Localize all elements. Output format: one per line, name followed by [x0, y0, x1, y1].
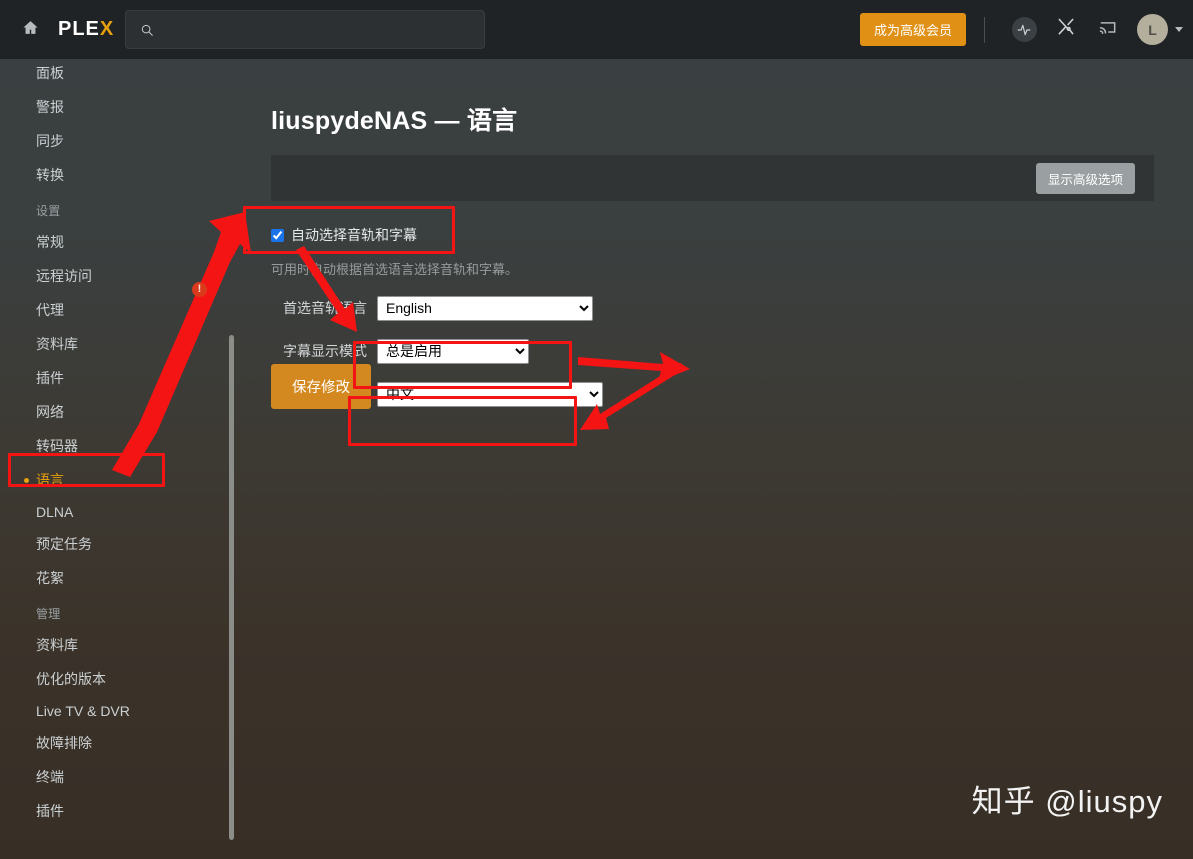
sidebar-section-title: 管理: [36, 607, 61, 621]
wrench-screwdriver-icon: [1056, 17, 1076, 42]
sidebar-item[interactable]: 插件: [0, 794, 232, 828]
field-select[interactable]: English中文日本語FrançaisDeutschEspañol: [377, 295, 593, 321]
chevron-down-icon: [1175, 27, 1183, 32]
sidebar-item[interactable]: 资料库: [0, 327, 232, 361]
form-field-row: 首选字幕语言中文English日本語FrançaisDeutsch: [271, 381, 971, 407]
sidebar-item-label: 转换: [36, 167, 64, 183]
sidebar-item[interactable]: 远程访问: [0, 259, 232, 293]
sidebar-item-label: 插件: [36, 803, 64, 819]
sidebar-item[interactable]: 警报: [0, 90, 232, 124]
top-navigation-bar: PLEX 成为高级会员 L: [0, 0, 1193, 59]
sidebar-item[interactable]: 插件: [0, 361, 232, 395]
auto-select-row: 自动选择音轨和字幕: [271, 225, 971, 245]
cast-button[interactable]: [1087, 9, 1129, 51]
settings-tools-button[interactable]: [1045, 9, 1087, 51]
sidebar-list: 状态面板警报同步转换设置常规远程访问代理资料库插件网络转码器语言DLNA预定任务…: [0, 45, 232, 828]
sidebar-section-title: 设置: [36, 204, 61, 218]
app-root: PLEX 成为高级会员 L 面板 警报 同步 转换 设置 常规 远程访问 代理 …: [0, 0, 1193, 859]
sidebar-item-label: 转码器: [36, 438, 78, 454]
sidebar-item[interactable]: 转码器: [0, 429, 232, 463]
save-button[interactable]: 保存修改: [271, 364, 371, 409]
sidebar-item[interactable]: 资料库: [0, 628, 232, 662]
auto-select-help-text: 可用时自动根据首选语言选择音轨和字幕。: [271, 262, 519, 277]
plex-logo-text: PLE: [58, 18, 100, 40]
field-rows: 首选音轨语言 English中文日本語FrançaisDeutschEspañol…: [271, 295, 971, 407]
sidebar-item-label: 预定任务: [36, 536, 92, 552]
sidebar-item-label: Live TV & DVR: [36, 703, 130, 719]
sidebar-item-label: 资料库: [36, 637, 78, 653]
top-right-controls: 成为高级会员 L: [859, 0, 1183, 59]
sidebar-item-label: 终端: [36, 769, 64, 785]
toolbar-divider: [984, 16, 985, 43]
sidebar-item-label: 网络: [36, 404, 64, 420]
sidebar-item[interactable]: 语言: [0, 463, 232, 497]
activity-pulse-icon: [1011, 17, 1037, 42]
avatar: L: [1137, 14, 1168, 45]
sidebar-item-label: 插件: [36, 370, 64, 386]
sidebar-item[interactable]: DLNA: [0, 497, 232, 527]
sidebar-item-label: 代理: [36, 302, 64, 318]
activity-button[interactable]: [1003, 9, 1045, 51]
sidebar-item[interactable]: 网络: [0, 395, 232, 429]
sidebar-item-label: 优化的版本: [36, 671, 106, 687]
sidebar-item[interactable]: 代理: [0, 293, 232, 327]
sidebar-item-label: 同步: [36, 133, 64, 149]
field-label: 首选音轨语言: [283, 300, 367, 316]
form-field-row: 字幕显示模式手动选择仅外挂字幕总是启用仅外语: [271, 338, 971, 364]
advanced-options-bar: 显示高级选项: [271, 155, 1154, 201]
sidebar-item-label: 资料库: [36, 336, 78, 352]
main-content: liuspydeNAS — 语言 显示高级选项 自动选择音轨和字幕 可用时自动根…: [240, 59, 1193, 859]
auto-select-checkbox[interactable]: [271, 228, 284, 242]
sidebar-item[interactable]: 常规: [0, 225, 232, 259]
home-button[interactable]: [8, 8, 52, 52]
home-icon: [22, 19, 39, 41]
sidebar-item-label: 警报: [36, 99, 64, 115]
sidebar-item[interactable]: 预定任务: [0, 527, 232, 561]
sidebar-item-label: 花絮: [36, 570, 64, 586]
sidebar-item[interactable]: 转换: [0, 158, 232, 192]
sidebar-item-label: 面板: [36, 65, 64, 81]
sidebar-item[interactable]: 优化的版本: [0, 662, 232, 696]
search-box[interactable]: [125, 10, 485, 49]
sidebar-item-label: 故障排除: [36, 735, 92, 751]
settings-sidebar[interactable]: 状态面板警报同步转换设置常规远程访问代理资料库插件网络转码器语言DLNA预定任务…: [0, 45, 232, 859]
plex-logo-accent: X: [99, 18, 115, 40]
search-input[interactable]: [162, 22, 484, 37]
language-settings-form: 自动选择音轨和字幕 可用时自动根据首选语言选择音轨和字幕。 首选音轨语言 Engl…: [271, 225, 971, 407]
sidebar-item[interactable]: 面板: [0, 56, 232, 90]
sidebar-item-label: DLNA: [36, 504, 74, 520]
field-label: 字幕显示模式: [283, 343, 367, 359]
field-select[interactable]: 中文English日本語FrançaisDeutsch: [377, 381, 603, 407]
auto-select-label[interactable]: 自动选择音轨和字幕: [291, 225, 417, 245]
sidebar-item[interactable]: 花絮: [0, 561, 232, 595]
sidebar-item-label: 远程访问: [36, 268, 92, 284]
search-icon: [139, 22, 154, 37]
user-menu-button[interactable]: L: [1137, 14, 1183, 45]
sidebar-item-label: 常规: [36, 234, 64, 250]
show-advanced-button[interactable]: 显示高级选项: [1035, 162, 1135, 194]
sidebar-item[interactable]: 终端: [0, 760, 232, 794]
watermark: 知乎 @liuspy: [971, 784, 1163, 819]
page-title: liuspydeNAS — 语言: [271, 107, 518, 135]
sidebar-item[interactable]: 同步: [0, 124, 232, 158]
sidebar-item-label: 语言: [36, 472, 64, 488]
sidebar-item[interactable]: 故障排除: [0, 726, 232, 760]
cast-icon: [1098, 17, 1118, 42]
field-select[interactable]: 手动选择仅外挂字幕总是启用仅外语: [377, 338, 529, 364]
form-field-row: 首选音轨语言 English中文日本語FrançaisDeutschEspañol: [271, 295, 971, 321]
plex-logo[interactable]: PLEX: [58, 18, 114, 41]
sidebar-item[interactable]: Live TV & DVR: [0, 696, 232, 726]
premium-upgrade-button[interactable]: 成为高级会员: [859, 13, 966, 46]
